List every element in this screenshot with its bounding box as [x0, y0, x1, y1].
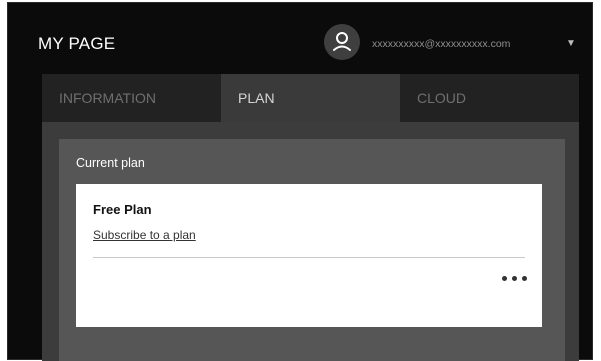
caret-down-icon[interactable]: ▼ [566, 38, 576, 49]
subscribe-link[interactable]: Subscribe to a plan [93, 228, 196, 242]
account-email[interactable]: xxxxxxxxxx@xxxxxxxxxx.com [372, 38, 510, 50]
more-horizontal-icon[interactable] [501, 268, 529, 288]
plan-content: Current plan Free Plan Subscribe to a pl… [42, 122, 579, 361]
user-icon[interactable] [324, 24, 360, 60]
tab-cloud[interactable]: CLOUD [400, 74, 579, 122]
current-plan-panel: Current plan Free Plan Subscribe to a pl… [59, 139, 565, 361]
page-title: MY PAGE [38, 34, 116, 53]
tab-plan[interactable]: PLAN [221, 74, 400, 122]
header: MY PAGE xxxxxxxxxx@xxxxxxxxxx.com ▼ [8, 3, 592, 73]
plan-name: Free Plan [93, 202, 152, 217]
plan-card: Free Plan Subscribe to a plan [76, 184, 542, 327]
divider [93, 257, 525, 258]
tab-bar: INFORMATION PLAN CLOUD [42, 74, 579, 122]
tab-information[interactable]: INFORMATION [42, 74, 221, 122]
my-page-window: MY PAGE xxxxxxxxxx@xxxxxxxxxx.com ▼ INFO… [7, 2, 593, 361]
current-plan-label: Current plan [76, 156, 145, 170]
